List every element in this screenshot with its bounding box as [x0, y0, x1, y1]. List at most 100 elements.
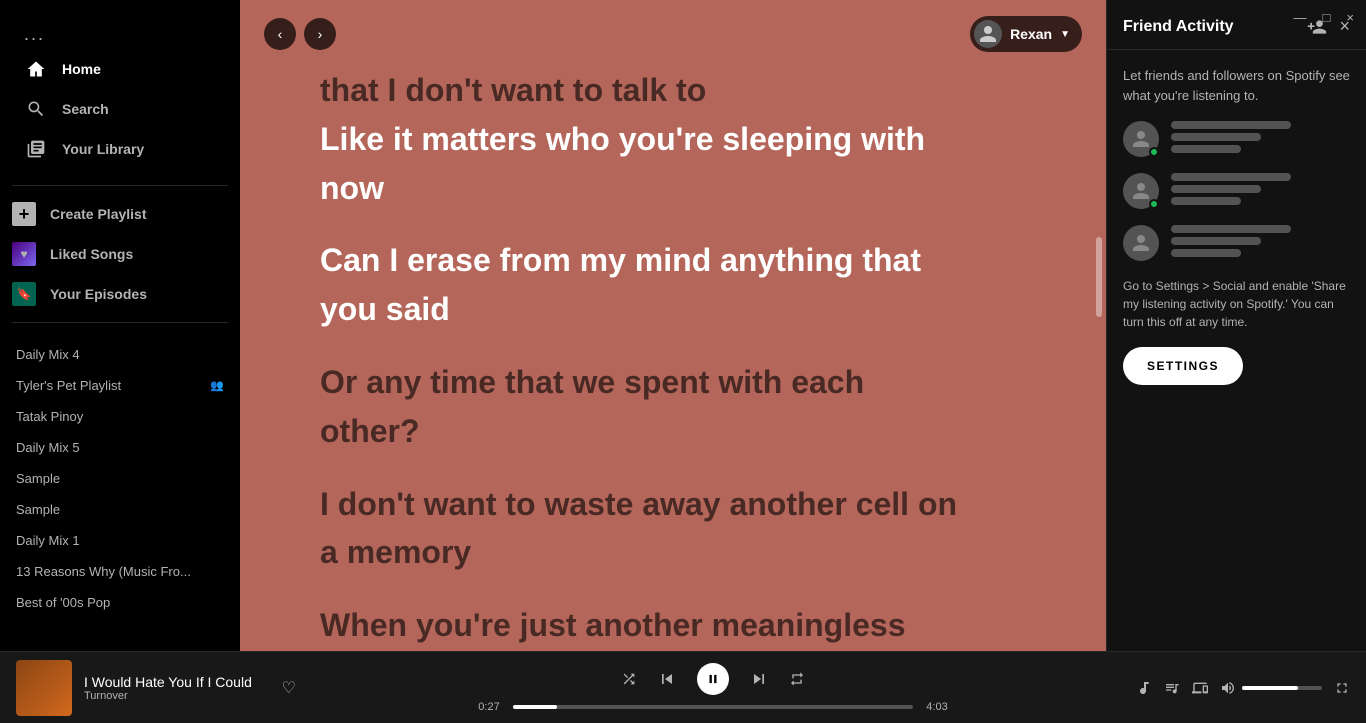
friend-name-line-1 [1171, 121, 1291, 129]
friend-lines-3 [1171, 225, 1350, 257]
progress-fill [513, 705, 557, 709]
friend-avatar-wrap-3 [1123, 225, 1159, 261]
create-playlist-icon: + [12, 202, 36, 226]
lyric-line-4: Can I erase from my mind anything that [320, 238, 1026, 283]
center-content: ‹ › Rexan ▼ that I don't want to talk to… [240, 0, 1106, 651]
library-item-tatak-pinoy[interactable]: Tatak Pinoy [0, 401, 240, 432]
settings-note: Go to Settings > Social and enable 'Shar… [1123, 277, 1350, 331]
track-name: I Would Hate You If I Could [84, 674, 270, 690]
friend-online-dot-1 [1149, 147, 1159, 157]
fullscreen-button[interactable] [1334, 680, 1350, 696]
friend-artist-line-3 [1171, 249, 1241, 257]
lyric-line-1: that I don't want to talk to [320, 68, 1026, 113]
sidebar-item-home[interactable]: Home [12, 49, 228, 89]
forward-button[interactable]: › [304, 18, 336, 50]
library-item-daily-mix-5[interactable]: Daily Mix 5 [0, 432, 240, 463]
center-header: ‹ › Rexan ▼ [240, 0, 1106, 68]
sidebar-item-search[interactable]: Search [12, 89, 228, 129]
player-track: I Would Hate You If I Could Turnover ♡ [16, 660, 296, 716]
user-profile-button[interactable]: Rexan ▼ [970, 16, 1082, 52]
track-art [16, 660, 72, 716]
volume-control [1220, 680, 1322, 696]
scroll-track [1096, 60, 1102, 651]
control-buttons [621, 663, 805, 695]
sidebar-item-search-label: Search [62, 101, 109, 117]
friend-info-3 [1171, 225, 1350, 257]
lyric-spacer-1 [320, 214, 1026, 238]
library-item-sample-2[interactable]: Sample [0, 494, 240, 525]
friend-name-line-3 [1171, 225, 1291, 233]
library-item-13-reasons[interactable]: 13 Reasons Why (Music Fro... [0, 556, 240, 587]
lyric-spacer-4 [320, 579, 1026, 603]
progress-bar: 0:27 4:03 [473, 701, 953, 713]
library-item-best-00s-pop[interactable]: Best of '00s Pop [0, 587, 240, 618]
repeat-button[interactable] [789, 671, 805, 687]
next-button[interactable] [749, 669, 769, 689]
friend-item-2 [1123, 173, 1350, 209]
maximize-button[interactable]: □ [1319, 8, 1335, 27]
back-button[interactable]: ‹ [264, 18, 296, 50]
sidebar-item-library[interactable]: Your Library [12, 129, 228, 169]
search-icon [24, 97, 48, 121]
friend-lines-1 [1171, 121, 1350, 153]
sidebar-item-your-episodes[interactable]: 🔖 Your Episodes [0, 274, 240, 314]
volume-track[interactable] [1242, 686, 1322, 690]
lyrics-button[interactable] [1136, 680, 1152, 696]
friend-avatar-wrap-1 [1123, 121, 1159, 157]
progress-track[interactable] [513, 705, 913, 709]
friend-item-3 [1123, 225, 1350, 261]
total-time: 4:03 [921, 701, 953, 713]
friend-avatar-3 [1123, 225, 1159, 261]
current-time: 0:27 [473, 701, 505, 713]
navigation-buttons: ‹ › [264, 18, 336, 50]
library-item-daily-mix-1[interactable]: Daily Mix 1 [0, 525, 240, 556]
lyric-line-9: a memory [320, 530, 1026, 575]
liked-songs-label: Liked Songs [50, 246, 133, 262]
lyric-spacer-3 [320, 458, 1026, 482]
friend-activity-description: Let friends and followers on Spotify see… [1123, 66, 1350, 105]
friend-info-1 [1171, 121, 1350, 153]
library-item-daily-mix-4[interactable]: Daily Mix 4 [0, 339, 240, 370]
right-panel-friend-activity: Friend Activity × Let friends and follow… [1106, 0, 1366, 651]
heart-button[interactable]: ♡ [282, 678, 296, 698]
friend-info-2 [1171, 173, 1350, 205]
friend-track-line-3 [1171, 237, 1261, 245]
volume-icon-button[interactable] [1220, 680, 1236, 696]
lyric-line-10: When you're just another meaningless [320, 603, 1026, 648]
more-options-button[interactable]: ... [24, 24, 45, 45]
player-right-controls [1130, 680, 1350, 696]
minimize-button[interactable]: — [1290, 8, 1311, 27]
player-controls: 0:27 4:03 [312, 663, 1114, 713]
friend-artist-line-2 [1171, 197, 1241, 205]
scroll-thumb[interactable] [1096, 237, 1102, 317]
library-item-tylers-pet-playlist[interactable]: Tyler's Pet Playlist 👥 [0, 370, 240, 401]
friend-artist-line-1 [1171, 145, 1241, 153]
previous-button[interactable] [657, 669, 677, 689]
lyric-line-2: Like it matters who you're sleeping with [320, 117, 1026, 162]
episodes-icon: 🔖 [12, 282, 36, 306]
friend-avatar-wrap-2 [1123, 173, 1159, 209]
lyric-line-5: you said [320, 287, 1026, 332]
bottom-player: I Would Hate You If I Could Turnover ♡ [0, 651, 1366, 723]
settings-button[interactable]: SETTINGS [1123, 347, 1243, 385]
queue-button[interactable] [1164, 680, 1180, 696]
liked-songs-icon: ♥ [12, 242, 36, 266]
sidebar-divider [12, 185, 228, 186]
close-button[interactable]: × [1342, 8, 1358, 27]
sidebar-library: Daily Mix 4 Tyler's Pet Playlist 👥 Tatak… [0, 331, 240, 651]
sidebar-item-create-playlist[interactable]: + Create Playlist [0, 194, 240, 234]
user-dropdown-icon: ▼ [1060, 29, 1070, 40]
shuffle-button[interactable] [621, 671, 637, 687]
friend-track-line-1 [1171, 133, 1261, 141]
friend-name-line-2 [1171, 173, 1291, 181]
sidebar-item-home-label: Home [62, 61, 101, 77]
friend-items-list [1123, 121, 1350, 261]
lyric-line-3: now [320, 166, 1026, 211]
your-episodes-label: Your Episodes [50, 286, 147, 302]
library-item-sample-1[interactable]: Sample [0, 463, 240, 494]
pause-button[interactable] [697, 663, 729, 695]
devices-button[interactable] [1192, 680, 1208, 696]
friend-item-1 [1123, 121, 1350, 157]
right-panel-body: Let friends and followers on Spotify see… [1107, 50, 1366, 651]
sidebar-item-liked-songs[interactable]: ♥ Liked Songs [0, 234, 240, 274]
